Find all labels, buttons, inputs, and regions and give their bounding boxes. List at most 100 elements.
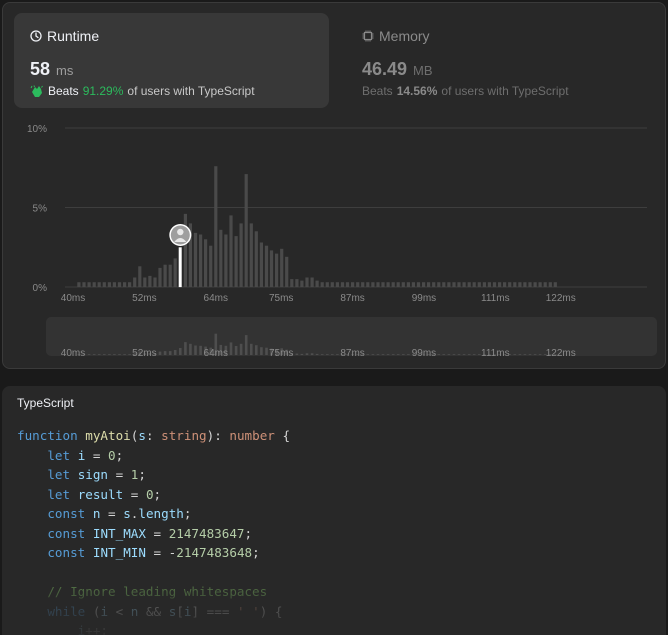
- bar[interactable]: [219, 229, 223, 287]
- bar[interactable]: [416, 282, 421, 287]
- bar[interactable]: [376, 282, 380, 287]
- bar[interactable]: [112, 282, 116, 287]
- code-fade-overlay: [2, 565, 666, 635]
- bar[interactable]: [290, 279, 294, 287]
- bar[interactable]: [280, 248, 284, 287]
- bar[interactable]: [533, 282, 537, 287]
- bar[interactable]: [239, 223, 243, 287]
- bar[interactable]: [406, 282, 410, 287]
- bar[interactable]: [82, 282, 86, 287]
- code-token: =: [145, 525, 169, 541]
- bar[interactable]: [457, 282, 461, 287]
- bar[interactable]: [275, 253, 279, 287]
- bar[interactable]: [452, 282, 456, 287]
- bar[interactable]: [92, 282, 96, 287]
- bar[interactable]: [102, 282, 106, 287]
- bar[interactable]: [209, 245, 213, 287]
- bar[interactable]: [538, 282, 542, 287]
- bar[interactable]: [340, 282, 345, 287]
- bar[interactable]: [442, 282, 446, 287]
- bar[interactable]: [259, 242, 263, 288]
- bar[interactable]: [295, 279, 299, 287]
- bar[interactable]: [477, 282, 481, 287]
- bar[interactable]: [133, 277, 137, 288]
- bar[interactable]: [543, 282, 547, 287]
- bar[interactable]: [396, 282, 400, 287]
- bar[interactable]: [143, 277, 147, 288]
- bar[interactable]: [411, 282, 415, 287]
- bar[interactable]: [300, 280, 304, 287]
- bar[interactable]: [158, 267, 162, 287]
- bar-highlight[interactable]: [178, 247, 182, 288]
- overview-tick-label: 75ms: [269, 348, 293, 359]
- bar[interactable]: [87, 282, 91, 287]
- bar[interactable]: [548, 282, 552, 287]
- bar[interactable]: [518, 282, 522, 287]
- bar[interactable]: [492, 282, 497, 287]
- bar[interactable]: [345, 282, 350, 287]
- bar[interactable]: [128, 282, 132, 287]
- bar[interactable]: [503, 282, 507, 287]
- bar[interactable]: [107, 282, 111, 287]
- bar[interactable]: [432, 282, 436, 287]
- bar[interactable]: [462, 282, 466, 287]
- bar[interactable]: [148, 275, 152, 287]
- code-token: s: [138, 428, 146, 443]
- bar[interactable]: [214, 166, 218, 287]
- bar[interactable]: [229, 215, 233, 287]
- bar[interactable]: [447, 282, 451, 287]
- bar[interactable]: [77, 282, 81, 287]
- bar[interactable]: [472, 282, 476, 287]
- bar[interactable]: [254, 231, 258, 287]
- bar[interactable]: [371, 282, 375, 287]
- bar[interactable]: [153, 277, 157, 288]
- bar[interactable]: [508, 282, 512, 287]
- bar[interactable]: [361, 282, 365, 287]
- bar[interactable]: [249, 223, 253, 287]
- bar[interactable]: [117, 282, 122, 287]
- bar[interactable]: [422, 282, 426, 287]
- bar[interactable]: [528, 282, 532, 287]
- bar[interactable]: [264, 245, 269, 287]
- bar[interactable]: [163, 264, 167, 287]
- bar[interactable]: [482, 282, 486, 287]
- bar[interactable]: [498, 282, 502, 287]
- bar[interactable]: [356, 282, 360, 287]
- bar[interactable]: [168, 264, 172, 287]
- bar[interactable]: [366, 282, 370, 287]
- bar[interactable]: [204, 239, 208, 287]
- bar[interactable]: [335, 282, 339, 287]
- bar[interactable]: [269, 250, 274, 287]
- bar[interactable]: [224, 234, 228, 288]
- bar[interactable]: [381, 282, 385, 287]
- bar[interactable]: [553, 282, 557, 287]
- bar[interactable]: [305, 277, 309, 288]
- bar[interactable]: [467, 282, 471, 287]
- bar[interactable]: [234, 236, 238, 287]
- bar[interactable]: [285, 256, 289, 287]
- bar[interactable]: [244, 174, 248, 287]
- bar[interactable]: [386, 282, 390, 287]
- bar[interactable]: [487, 282, 491, 287]
- bar[interactable]: [401, 282, 405, 287]
- bar[interactable]: [138, 266, 142, 287]
- bar[interactable]: [523, 282, 527, 287]
- bar[interactable]: [330, 282, 334, 287]
- bar[interactable]: [391, 282, 395, 287]
- bar[interactable]: [320, 282, 324, 287]
- bar[interactable]: [351, 282, 355, 287]
- bar[interactable]: [173, 258, 177, 287]
- bar[interactable]: [97, 282, 101, 287]
- bar[interactable]: [427, 282, 431, 287]
- bar[interactable]: [193, 232, 198, 287]
- overview-bar: [366, 354, 370, 355]
- overview-bar: [437, 354, 441, 355]
- bar[interactable]: [310, 277, 314, 288]
- bar[interactable]: [513, 282, 517, 287]
- bar[interactable]: [325, 282, 329, 287]
- bar[interactable]: [315, 280, 319, 287]
- bar[interactable]: [437, 282, 441, 287]
- bar[interactable]: [123, 282, 127, 287]
- bar[interactable]: [199, 234, 203, 288]
